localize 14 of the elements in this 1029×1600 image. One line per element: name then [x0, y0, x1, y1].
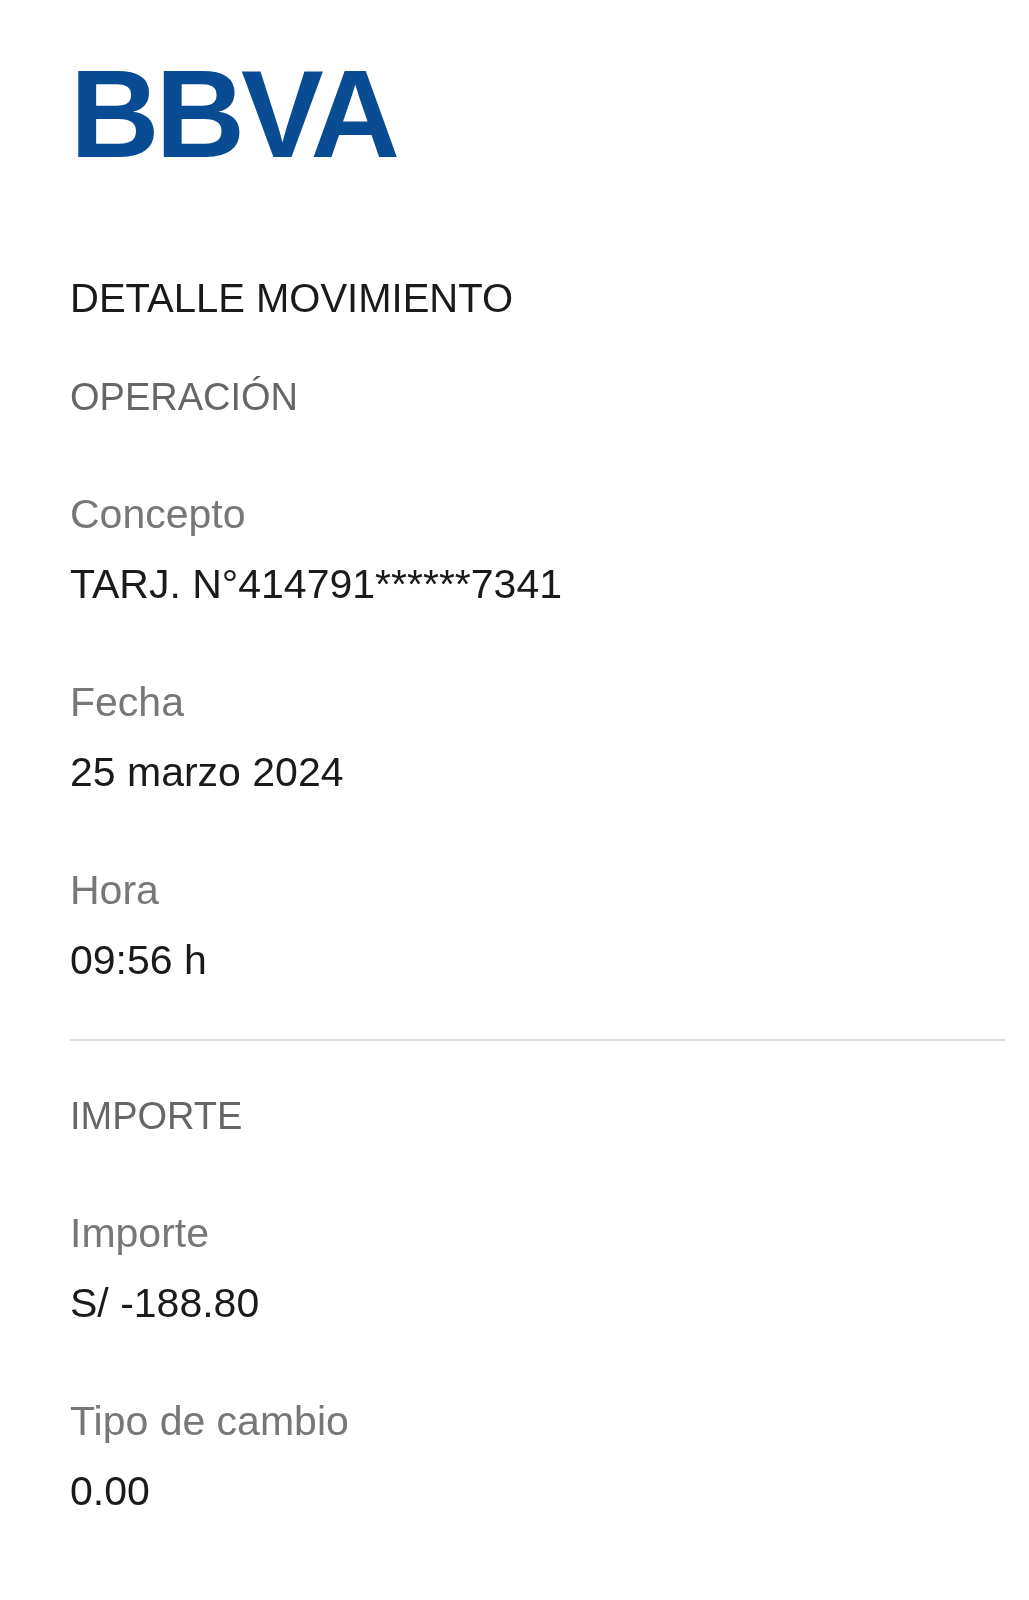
field-value: 0.00 — [70, 1467, 151, 1515]
page-title: DETALLE MOVIMIENTO — [70, 275, 515, 322]
field-label: Importe — [70, 1209, 210, 1257]
field-value: S/ -188.80 — [70, 1279, 261, 1327]
section-heading: IMPORTE — [70, 1094, 244, 1139]
field-value: 09:56 h — [70, 936, 208, 984]
field-label: Fecha — [70, 678, 185, 726]
field-label: Concepto — [70, 490, 247, 538]
section-heading: OPERACIÓN — [70, 375, 300, 420]
bank-logo: BBVA — [70, 52, 397, 176]
field-label: Hora — [70, 866, 160, 914]
field-value: 25 marzo 2024 — [70, 748, 345, 796]
field-label: Tipo de cambio — [70, 1397, 350, 1445]
field-value: TARJ. N°414791******7341 — [70, 560, 563, 608]
